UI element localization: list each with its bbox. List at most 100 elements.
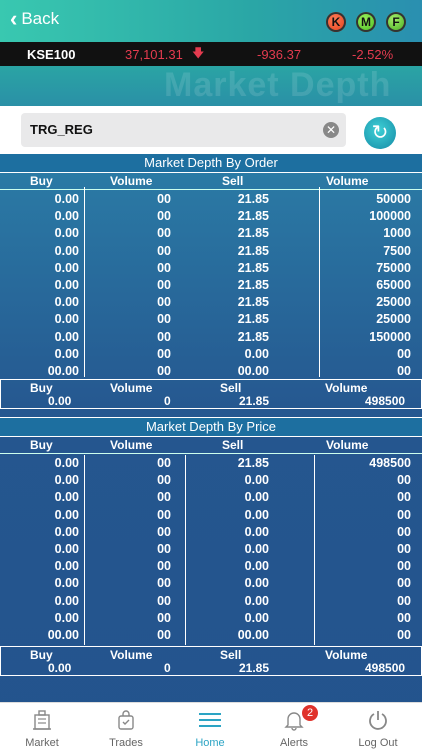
column-divider [185, 455, 186, 645]
symbol-search-input[interactable]: TRG_REG ✕ [21, 113, 346, 147]
tab-logout[interactable]: Log Out [336, 703, 420, 750]
cell-sell-volume: 00 [397, 490, 411, 505]
cell-sell-volume: 00 [397, 524, 411, 539]
cell-buy-volume: 00 [157, 260, 171, 275]
cell-buy-volume: 00 [157, 192, 171, 206]
back-label: Back [21, 9, 60, 28]
tab-trades[interactable]: Trades [84, 703, 168, 750]
summary-value: 21.85 [239, 661, 270, 675]
cell-sell: 0.00 [244, 541, 269, 556]
cell-buy: 0.00 [54, 576, 79, 591]
section-title: Market Depth By Order [0, 153, 422, 173]
table-row: 0.00 00 21.85 25000 [0, 310, 422, 327]
cell-buy: 0.00 [54, 295, 79, 310]
tab-alerts[interactable]: 2 Alerts [252, 703, 336, 750]
cell-buy-volume: 00 [157, 541, 171, 556]
badge-m[interactable]: M [356, 12, 376, 32]
back-button[interactable]: ‹ Back [10, 8, 60, 30]
table-row: 0.00 00 21.85 65000 [0, 276, 422, 293]
cell-sell: 21.85 [237, 260, 269, 275]
cell-sell-volume: 00 [397, 346, 411, 361]
cell-sell: 0.00 [244, 559, 269, 574]
cell-sell: 21.85 [237, 209, 269, 224]
cell-sell-volume: 00 [397, 473, 411, 488]
tab-label: Home [195, 737, 225, 749]
cell-sell-volume: 00 [397, 576, 411, 591]
col-buy: Buy [30, 438, 53, 452]
cell-buy-volume: 00 [157, 576, 171, 591]
cell-buy: 0.00 [54, 456, 79, 470]
summary-value: 0 [164, 394, 171, 408]
bottom-tab-bar: Market Trades Home 2 Alerts Log Out [0, 702, 422, 750]
table-row: 0.00 00 0.00 00 [0, 345, 422, 362]
tab-label: Alerts [279, 737, 309, 749]
table-row: 0.00 00 21.85 75000 [0, 259, 422, 276]
col-sell: Sell [222, 438, 244, 452]
cell-buy-volume: 00 [157, 507, 171, 522]
summary-label: Sell [220, 381, 242, 395]
cell-sell: 0.00 [244, 346, 269, 361]
ticker-value: 37,101.31 [125, 46, 183, 62]
table-row: 0.00 00 21.85 50000 [0, 190, 422, 207]
badge-f[interactable]: F [386, 12, 406, 32]
cell-sell: 0.00 [244, 593, 269, 608]
ticker-change: -936.37 [257, 46, 302, 62]
cell-sell: 0.00 [244, 490, 269, 505]
tab-home[interactable]: Home [168, 703, 252, 750]
badge-k[interactable]: K [326, 12, 346, 32]
app-screen: ‹ Back K M F KSE100 37,101.31 🡇 -936.37 … [0, 0, 422, 750]
shopping-bag-icon [118, 710, 134, 730]
cell-sell: 21.85 [237, 329, 269, 344]
cell-sell-volume: 00 [397, 559, 411, 574]
column-headers: Buy Volume Sell Volume [0, 173, 422, 190]
clear-icon[interactable]: ✕ [323, 122, 339, 138]
col-volume: Volume [326, 174, 369, 188]
cell-buy-volume: 00 [157, 593, 171, 608]
refresh-button[interactable]: ↻ [364, 117, 396, 149]
cell-buy-volume: 00 [157, 456, 171, 470]
table-row: 0.00 00 0.00 00 [0, 488, 422, 505]
table-row: 0.00 00 0.00 00 [0, 574, 422, 591]
tab-market[interactable]: Market [0, 703, 84, 750]
table-row: 0.00 00 0.00 00 [0, 609, 422, 626]
table-row: 0.00 00 0.00 00 [0, 557, 422, 574]
cell-buy: 0.00 [54, 346, 79, 361]
power-icon [369, 711, 387, 730]
cell-buy: 0.00 [54, 243, 79, 258]
ticker-percent: -2.52% [352, 46, 394, 62]
cell-sell: 0.00 [244, 507, 269, 522]
cell-buy-volume: 00 [157, 524, 171, 539]
cell-sell-volume: 00 [397, 507, 411, 522]
market-badges: K M F [326, 12, 406, 32]
cell-sell: 21.85 [237, 192, 269, 206]
cell-buy-volume: 00 [157, 627, 171, 642]
order-summary: Buy Volume Sell Volume 0.00 0 21.85 4985… [0, 379, 422, 409]
tab-label: Trades [109, 737, 143, 749]
col-buy: Buy [30, 174, 53, 188]
cell-sell-volume: 00 [397, 541, 411, 556]
tab-label: Log Out [358, 737, 398, 749]
summary-label: Volume [110, 648, 153, 662]
summary-value: 0 [164, 661, 171, 675]
column-divider [319, 187, 320, 377]
summary-label: Volume [325, 381, 368, 395]
summary-label: Sell [220, 648, 242, 662]
cell-buy-volume: 00 [157, 295, 171, 310]
col-volume: Volume [110, 174, 153, 188]
column-divider [84, 455, 85, 645]
summary-value: 498500 [365, 661, 406, 675]
cell-buy: 0.00 [54, 277, 79, 292]
cell-buy: 0.00 [54, 192, 79, 206]
cell-buy: 0.00 [54, 507, 79, 522]
cell-buy-volume: 00 [157, 363, 171, 378]
index-ticker[interactable]: KSE100 37,101.31 🡇 -936.37 -2.52% [0, 42, 422, 66]
summary-label: Volume [325, 648, 368, 662]
cell-sell-volume: 75000 [376, 260, 411, 275]
ticker-symbol: KSE100 [27, 46, 76, 62]
depth-by-price: Market Depth By Price Buy Volume Sell Vo… [0, 417, 422, 643]
cell-sell-volume: 100000 [369, 209, 411, 224]
col-volume: Volume [110, 438, 153, 452]
cell-buy-volume: 00 [157, 312, 171, 327]
cell-sell: 21.85 [237, 295, 269, 310]
cell-buy: 0.00 [54, 610, 79, 625]
